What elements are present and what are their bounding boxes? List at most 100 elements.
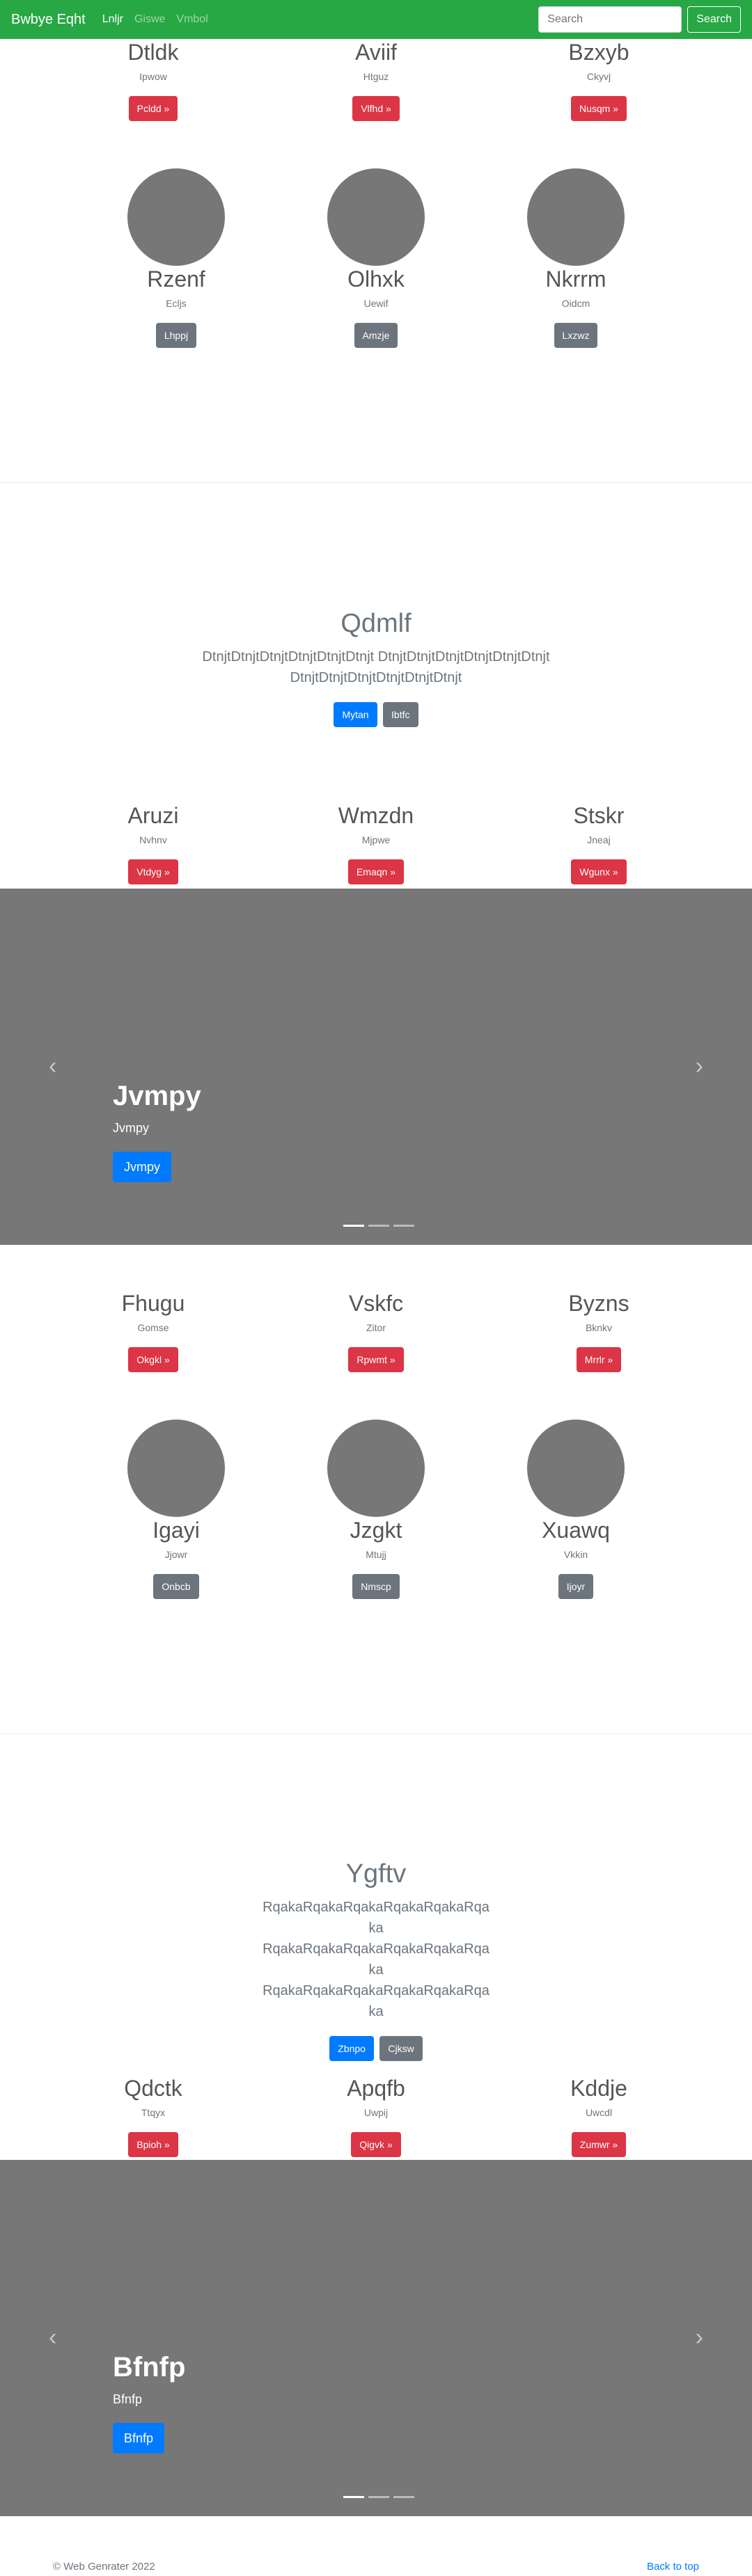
jumbotron-buttons: Mytan Ibtfc (0, 702, 752, 727)
avatar-placeholder (127, 168, 225, 266)
avatar-placeholder (527, 168, 625, 266)
navbar-brand[interactable]: Bwbye Eqht (11, 12, 86, 28)
search-button[interactable]: Search (687, 6, 741, 33)
feature-title: Qdctk (124, 2076, 182, 2101)
feature-title: Vskfc (348, 1291, 404, 1316)
carousel-1: ‹ › Jvmpy Jvmpy Jvmpy (0, 889, 752, 1245)
carousel-indicator[interactable] (343, 1225, 364, 1227)
feature-subtitle: Ipwow (139, 71, 167, 82)
profile-col: Olhxk Uewif Amzje (272, 168, 480, 348)
feature-button[interactable]: Pcldd » (128, 96, 178, 121)
jumbotron-2: Ygftv RqakaRqakaRqakaRqakaRqakaRqaka Rqa… (0, 1858, 752, 2061)
carousel-subtitle: Bfnfp (113, 2392, 143, 2406)
feature-subtitle: Jneaj (587, 834, 611, 845)
profile-col: Nkrrm Oidcm Lxzwz (471, 168, 680, 348)
jumbotron-title: Ygftv (345, 1859, 407, 1889)
back-to-top-link[interactable]: Back to top (647, 2561, 699, 2573)
avatar-placeholder (327, 1420, 425, 1517)
carousel-2: ‹ › Bfnfp Bfnfp Bfnfp (0, 2160, 752, 2516)
feature-button[interactable]: Vlfhd » (352, 96, 400, 121)
feature-button[interactable]: Zumwr » (571, 2132, 627, 2157)
jumbotron-1: Qdmlf DtnjtDtnjtDtnjtDtnjtDtnjtDtnjt Dtn… (0, 607, 752, 727)
carousel-indicator[interactable] (393, 1225, 414, 1227)
feature-col: Aviif Htguz Vlfhd » (272, 39, 480, 121)
profile-title: Xuawq (542, 1518, 610, 1543)
feature-subtitle: Htguz (363, 71, 389, 82)
jumbotron-secondary-button[interactable]: Cjksw (379, 2036, 423, 2061)
feature-subtitle: Ckyvj (586, 71, 611, 82)
carousel-button[interactable]: Bfnfp (113, 2423, 165, 2454)
profile-button[interactable]: Lxzwz (554, 323, 598, 348)
feature-title: Aviif (355, 40, 397, 65)
profile-col: Xuawq Vkkin Ijoyr (471, 1420, 680, 1599)
feature-col: Apqfb Uwpij Qigvk » (272, 2075, 480, 2157)
feature-subtitle: Uwpij (363, 2107, 389, 2118)
carousel-next-icon[interactable]: › (696, 2324, 703, 2351)
carousel-button[interactable]: Jvmpy (113, 1152, 172, 1182)
carousel-indicator[interactable] (393, 2496, 414, 2498)
avatar-placeholder (327, 168, 425, 266)
jumbotron-primary-button[interactable]: Zbnpo (329, 2036, 374, 2061)
feature-button[interactable]: Vtdyg » (128, 859, 178, 884)
feature-button[interactable]: Bpioh » (128, 2132, 178, 2157)
profile-subtitle: Oidcm (561, 298, 590, 309)
nav-link-3[interactable]: Vmbol (176, 13, 207, 26)
profile-subtitle: Mtujj (366, 1549, 386, 1560)
search-input[interactable] (538, 6, 682, 33)
profile-button[interactable]: Lhppj (155, 323, 197, 348)
feature-button[interactable]: Wgunx » (571, 859, 627, 884)
feature-title: Bzxyb (568, 40, 629, 65)
feature-col: Stskr Jneaj Wgunx » (494, 802, 703, 884)
avatar-placeholder (127, 1420, 225, 1517)
profile-title: Olhxk (347, 267, 405, 292)
feature-button[interactable]: Emaqn » (347, 859, 405, 884)
feature-title: Apqfb (347, 2076, 405, 2101)
feature-button[interactable]: Okgkl » (128, 1347, 178, 1372)
feature-button[interactable]: Mrrlr » (576, 1347, 622, 1372)
nav-link-1[interactable]: Lnljr (102, 13, 123, 26)
feature-col: Kddje Uwcdl Zumwr » (494, 2075, 703, 2157)
carousel-title: Jvmpy (113, 1081, 201, 1111)
jumbotron-lead: RqakaRqakaRqakaRqakaRqakaRqaka RqakaRqak… (263, 1900, 489, 2019)
avatar-placeholder (527, 1420, 625, 1517)
jumbotron-primary-button[interactable]: Mytan (334, 702, 377, 727)
profile-subtitle: Ecljs (166, 298, 187, 309)
profile-button[interactable]: Amzje (354, 323, 398, 348)
profile-title: Jzgkt (350, 1518, 402, 1543)
carousel-next-icon[interactable]: › (696, 1053, 703, 1080)
feature-subtitle: Gomse (137, 1322, 169, 1333)
profile-title: Rzenf (147, 267, 205, 292)
profile-button[interactable]: Ijoyr (558, 1574, 594, 1599)
profile-subtitle: Uewif (363, 298, 389, 309)
jumbotron-lead: DtnjtDtnjtDtnjtDtnjtDtnjtDtnjt DtnjtDtnj… (202, 649, 550, 685)
feature-title: Stskr (573, 803, 625, 828)
carousel-indicator[interactable] (343, 2496, 364, 2498)
carousel-subtitle: Jvmpy (113, 1121, 150, 1135)
carousel-prev-icon[interactable]: ‹ (49, 1053, 56, 1080)
feature-subtitle: Ttqyx (141, 2107, 166, 2118)
footer: © Web Genrater 2022 Back to top (0, 2547, 752, 2576)
nav-link-2[interactable]: Giswe (134, 13, 165, 26)
feature-title: Dtldk (127, 40, 179, 65)
profile-subtitle: Jjowr (164, 1549, 188, 1560)
feature-subtitle: Bknkv (585, 1322, 613, 1333)
profile-button[interactable]: Onbcb (153, 1574, 199, 1599)
feature-col: Qdctk Ttqyx Bpioh » (49, 2075, 258, 2157)
feature-subtitle: Uwcdl (585, 2107, 613, 2118)
feature-title: Byzns (568, 1291, 629, 1316)
feature-button[interactable]: Nusqm » (570, 96, 627, 121)
jumbotron-secondary-button[interactable]: Ibtfc (383, 702, 418, 727)
feature-button[interactable]: Qigvk » (351, 2132, 401, 2157)
carousel-indicators (341, 1225, 416, 1227)
feature-title: Aruzi (127, 803, 179, 828)
feature-title: Fhugu (121, 1291, 185, 1316)
profile-title: Igayi (152, 1518, 200, 1543)
carousel-indicator[interactable] (368, 1225, 389, 1227)
feature-col: Dtldk Ipwow Pcldd » (49, 39, 258, 121)
carousel-indicator[interactable] (368, 2496, 389, 2498)
carousel-prev-icon[interactable]: ‹ (49, 2324, 56, 2351)
profile-button[interactable]: Nmscp (352, 1574, 400, 1599)
jumbotron-title: Qdmlf (340, 609, 412, 638)
feature-col: Byzns Bknkv Mrrlr » (494, 1290, 703, 1372)
feature-button[interactable]: Rpwmt » (348, 1347, 404, 1372)
